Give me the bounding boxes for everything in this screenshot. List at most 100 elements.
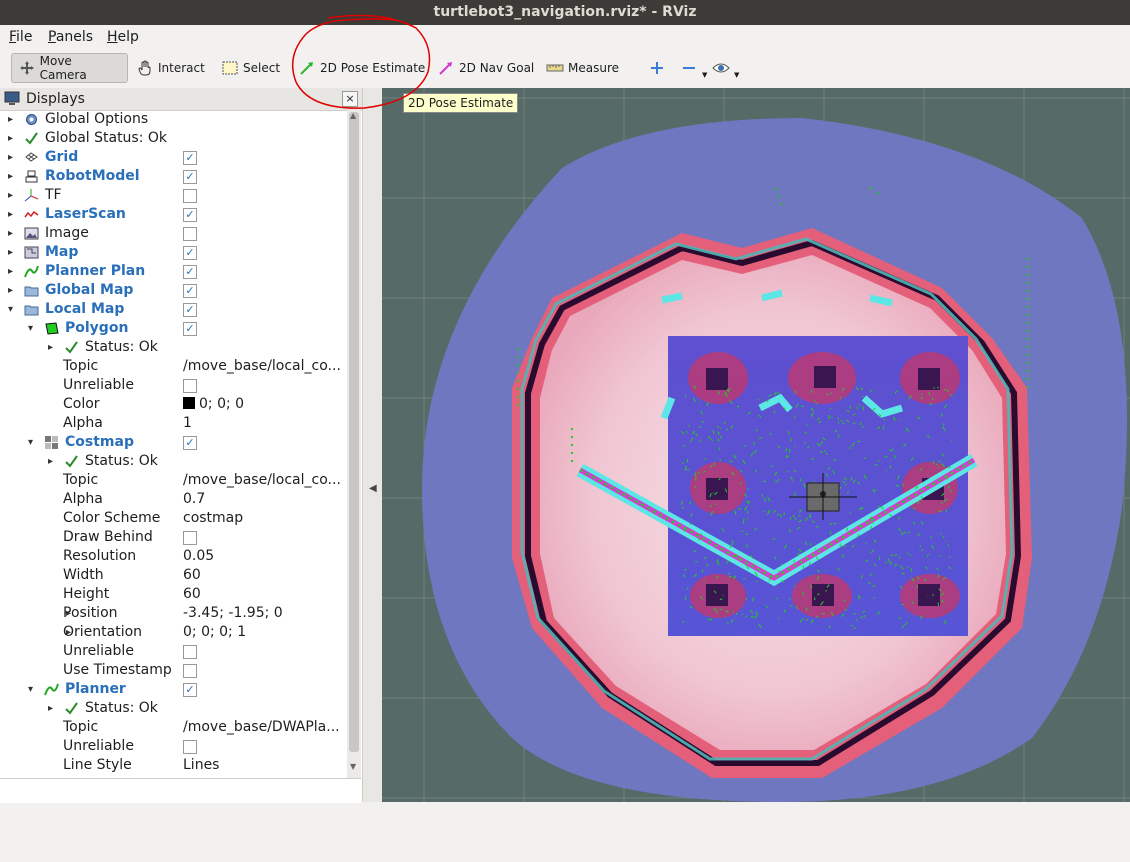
tree-row[interactable]: ▸ Map ✓ [0,243,346,262]
tree-row[interactable]: ▸ LaserScan ✓ [0,205,346,224]
property-value[interactable]: 60 [183,585,201,604]
scroll-up-icon[interactable]: ▲ [350,111,356,120]
expand-arrow-icon[interactable]: ▾ [8,300,18,319]
tree-row[interactable]: ▸ Status: Ok [0,338,346,357]
color-swatch[interactable] [183,397,195,409]
expand-arrow-icon[interactable]: ▸ [8,243,18,262]
tree-row[interactable]: ▸ Orientation 0; 0; 0; 1 [0,623,346,642]
move-camera-button[interactable]: Move Camera [11,53,128,83]
tree-row[interactable]: Height 60 [0,585,346,604]
tree-row[interactable]: ▸ Grid ✓ [0,148,346,167]
tree-row[interactable]: Topic/move_base/local_co... [0,471,346,490]
expand-arrow-icon[interactable]: ▸ [48,338,58,357]
tree-row[interactable]: Width 60 [0,566,346,585]
property-value[interactable]: 0; 0; 0 [183,395,244,414]
interact-button[interactable]: Interact [130,53,211,83]
tree-row[interactable]: ▸ Global Map ✓ [0,281,346,300]
expand-arrow-icon[interactable]: ▸ [8,262,18,281]
expand-arrow-icon[interactable]: ▸ [8,224,18,243]
expand-arrow-icon[interactable]: ▸ [8,148,18,167]
tree-row[interactable]: ▸ Global Status: Ok [0,129,346,148]
scroll-thumb[interactable] [349,112,359,752]
tree-row[interactable]: ▸ Status: Ok [0,699,346,718]
property-value[interactable]: 0; 0; 0; 1 [183,623,246,642]
enable-checkbox[interactable]: ✓ [183,303,197,317]
tree-row[interactable]: ▸ Image [0,224,346,243]
enable-checkbox[interactable]: ✓ [183,151,197,165]
tree-row[interactable]: ▸ Status: Ok [0,452,346,471]
property-value[interactable]: -3.45; -1.95; 0 [183,604,283,623]
enable-checkbox[interactable]: ✓ [183,284,197,298]
measure-button[interactable]: Measure [540,53,625,83]
close-panel-button[interactable]: × [342,91,358,107]
tree-row[interactable]: Unreliable [0,737,346,756]
expand-arrow-icon[interactable]: ▸ [8,167,18,186]
tree-row[interactable]: Alpha 0.7 [0,490,346,509]
tree-row[interactable]: Unreliable [0,642,346,661]
tree-row[interactable]: Draw Behind [0,528,346,547]
scrollbar[interactable] [347,110,361,778]
tree-row[interactable]: ▸ TF [0,186,346,205]
tree-row[interactable]: Resolution 0.05 [0,547,346,566]
panel-splitter[interactable]: ◀ [363,88,382,802]
property-value[interactable]: 1 [183,414,192,433]
select-button[interactable]: Select [215,53,286,83]
enable-checkbox[interactable] [183,664,197,678]
collapse-arrow-icon[interactable]: ◀ [369,483,377,494]
expand-arrow-icon[interactable]: ▸ [48,452,58,471]
tree-row[interactable]: ▸ RobotModel ✓ [0,167,346,186]
property-value[interactable]: 0.7 [183,490,205,509]
scroll-down-icon[interactable]: ▼ [350,762,356,771]
tree-row[interactable]: Use Timestamp [0,661,346,680]
enable-checkbox[interactable] [183,227,197,241]
enable-checkbox[interactable] [183,740,197,754]
property-value[interactable]: /move_base/local_co... [183,471,341,490]
property-value[interactable]: 60 [183,566,201,585]
tree-row[interactable]: Color 0; 0; 0 [0,395,346,414]
menu-file[interactable]: File [9,29,32,45]
tree-row[interactable]: Topic/move_base/DWAPla... [0,718,346,737]
tree-row[interactable]: ▸ Planner Plan ✓ [0,262,346,281]
enable-checkbox[interactable]: ✓ [183,436,197,450]
pose-estimate-button[interactable]: 2D Pose Estimate [292,53,431,83]
enable-checkbox[interactable]: ✓ [183,208,197,222]
expand-arrow-icon[interactable]: ▸ [8,129,18,148]
enable-checkbox[interactable]: ✓ [183,322,197,336]
expand-arrow-icon[interactable]: ▸ [8,205,18,224]
enable-checkbox[interactable] [183,379,197,393]
tree-row[interactable]: Alpha 1 [0,414,346,433]
tree-row[interactable]: ▾ Local Map ✓ [0,300,346,319]
enable-checkbox[interactable] [183,189,197,203]
expand-arrow-icon[interactable]: ▸ [8,186,18,205]
enable-checkbox[interactable]: ✓ [183,265,197,279]
tree-row[interactable]: Unreliable [0,376,346,395]
tree-row[interactable]: ▾ Costmap ✓ [0,433,346,452]
menu-help[interactable]: Help [107,29,139,45]
tree-row[interactable]: Topic/move_base/local_co... [0,357,346,376]
property-value[interactable]: /move_base/DWAPla... [183,718,340,737]
expand-arrow-icon[interactable]: ▸ [8,281,18,300]
expand-arrow-icon[interactable]: ▾ [28,433,38,452]
property-value[interactable]: costmap [183,509,243,528]
tree-row[interactable]: ▾ Polygon ✓ [0,319,346,338]
tree-row[interactable]: ▸ Position -3.45; -1.95; 0 [0,604,346,623]
property-value[interactable]: Lines [183,756,219,775]
property-value[interactable]: 0.05 [183,547,214,566]
render-viewport[interactable] [382,88,1130,802]
expand-arrow-icon[interactable]: ▸ [48,699,58,718]
enable-checkbox[interactable]: ✓ [183,246,197,260]
tree-row[interactable]: ▸ Global Options [0,110,346,129]
expand-arrow-icon[interactable]: ▾ [28,680,38,699]
enable-checkbox[interactable]: ✓ [183,683,197,697]
nav-goal-button[interactable]: 2D Nav Goal [431,53,540,83]
tree-row[interactable]: ▾ Planner ✓ [0,680,346,699]
add-tool-button[interactable] [642,53,676,83]
enable-checkbox[interactable] [183,531,197,545]
expand-arrow-icon[interactable]: ▾ [28,319,38,338]
property-value[interactable]: /move_base/local_co... [183,357,341,376]
view-options-button[interactable]: ▼ [706,53,745,83]
tree-row[interactable]: Color Scheme costmap [0,509,346,528]
menu-panels[interactable]: Panels [48,29,93,45]
enable-checkbox[interactable] [183,645,197,659]
tree-row[interactable]: Line Style Lines [0,756,346,775]
